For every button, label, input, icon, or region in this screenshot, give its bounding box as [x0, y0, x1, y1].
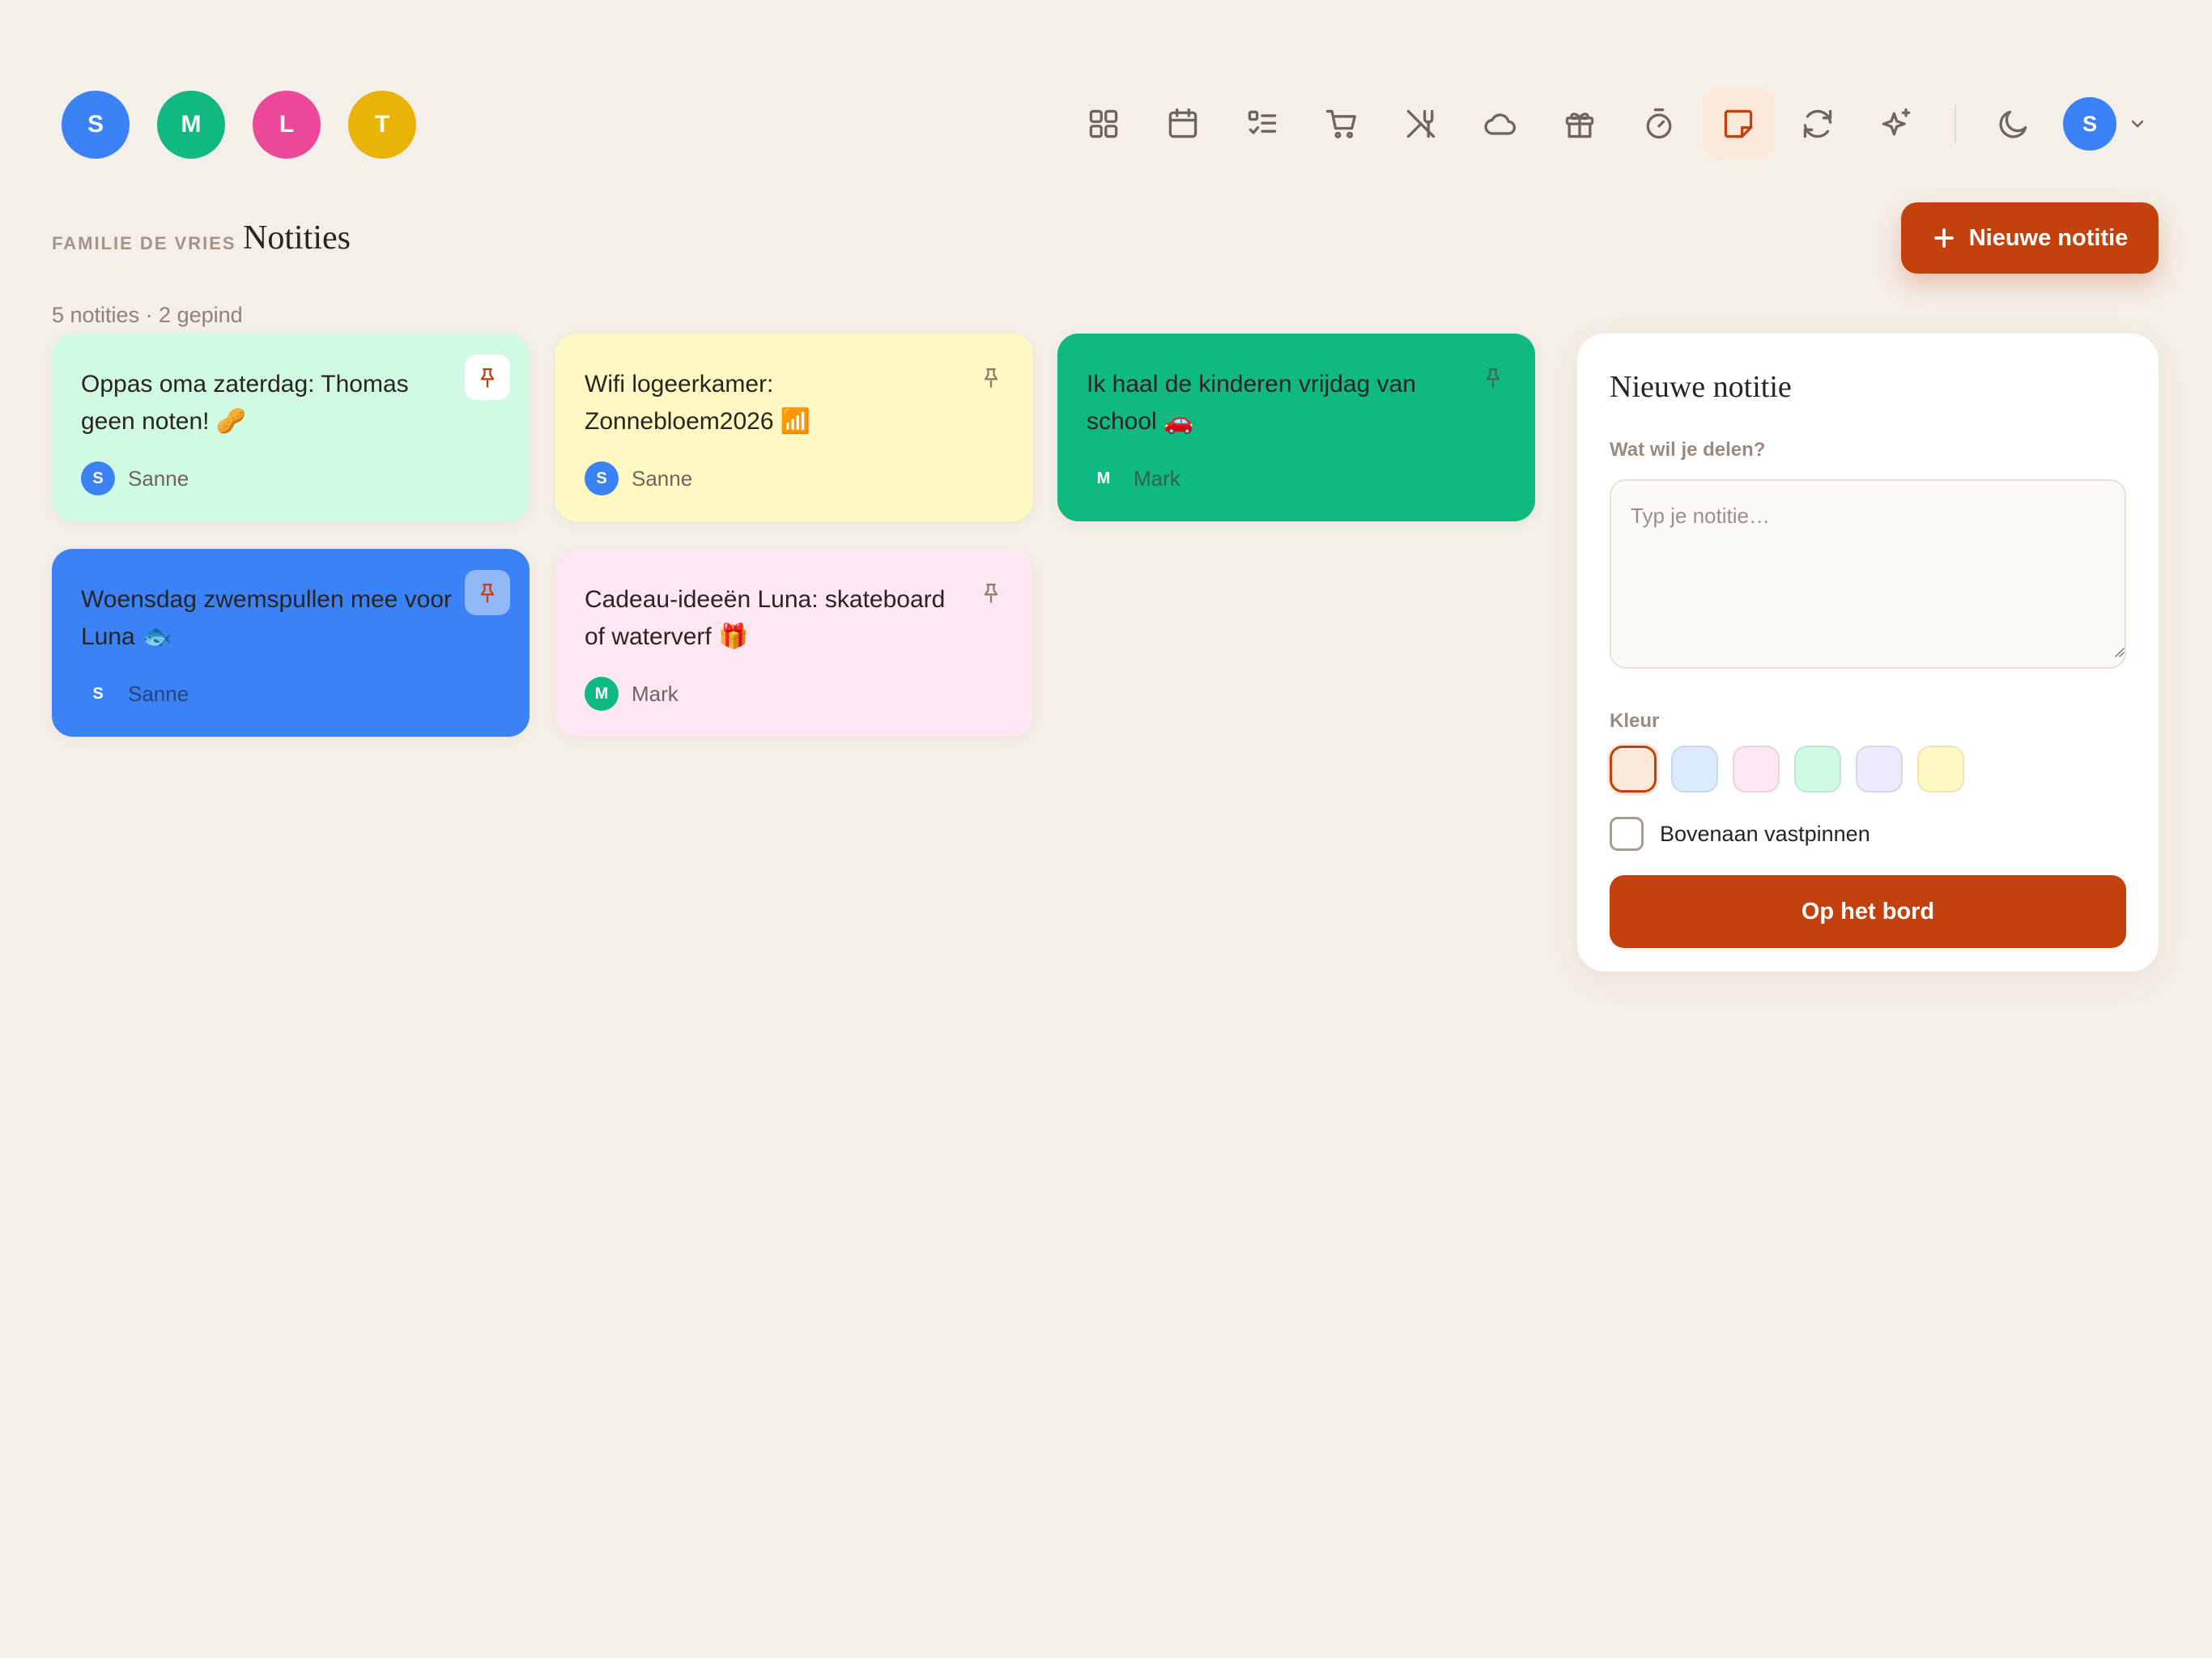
resize-handle-icon[interactable]: [2113, 646, 2125, 657]
author-avatar: M: [1087, 461, 1121, 495]
plus-icon: [1933, 228, 1954, 248]
page-title: Notities: [243, 219, 351, 257]
pin-icon: [984, 583, 998, 603]
pin-button[interactable]: [968, 570, 1014, 615]
submit-label: Op het bord: [1801, 898, 1935, 925]
nav-shopping[interactable]: [1305, 87, 1378, 160]
new-note-label: Nieuwe notitie: [1968, 224, 2129, 251]
note-input[interactable]: [1610, 479, 2126, 669]
color-swatch-pink[interactable]: [1733, 746, 1780, 793]
pin-button[interactable]: [465, 570, 510, 615]
nav-gifts[interactable]: [1543, 87, 1616, 160]
nav-timer[interactable]: [1623, 87, 1695, 160]
family-name: FAMILIE DE VRIES: [52, 233, 236, 253]
color-swatch-peach[interactable]: [1610, 746, 1657, 793]
note-card[interactable]: Woensdag zwemspullen mee voor Luna 🐟 S S…: [52, 549, 530, 737]
note-author: M Mark: [585, 677, 678, 711]
top-bar: S M L T S: [0, 0, 2212, 194]
pin-button[interactable]: [968, 355, 1014, 400]
gift-icon: [1565, 113, 1594, 138]
note-card[interactable]: Ik haal de kinderen vrijdag van school 🚗…: [1057, 334, 1535, 521]
author-name: Mark: [1134, 466, 1180, 491]
pin-button[interactable]: [1470, 355, 1516, 400]
main-nav: [1067, 87, 2057, 160]
nav-calendar[interactable]: [1146, 87, 1219, 160]
note-input-label: Wat wil je delen?: [1610, 439, 1766, 461]
user-menu[interactable]: S: [2063, 97, 2147, 151]
color-swatch-green[interactable]: [1794, 746, 1841, 793]
note-text: Woensdag zwemspullen mee voor Luna 🐟: [81, 586, 453, 650]
timer-icon: [1646, 108, 1672, 139]
note-author: S Sanne: [81, 677, 189, 711]
cloud-icon: [1484, 113, 1516, 135]
pin-icon: [480, 368, 495, 388]
member-avatar[interactable]: M: [157, 91, 225, 159]
note-text: Oppas oma zaterdag: Thomas geen noten! 🥜: [81, 371, 409, 435]
note-card[interactable]: Cadeau-ideeën Luna: skateboard of waterv…: [555, 549, 1033, 737]
family-members: S M L T: [62, 91, 416, 159]
author-name: Mark: [632, 681, 678, 706]
chevron-down-icon: [2131, 120, 2144, 128]
author-name: Sanne: [128, 466, 189, 491]
nav-divider: [1955, 104, 1956, 143]
note-author: S Sanne: [81, 461, 189, 495]
nav-dashboard[interactable]: [1067, 87, 1140, 160]
notes-summary: 5 notities · 2 gepind: [52, 303, 243, 327]
moon-icon: [1999, 110, 2027, 138]
color-picker: [1610, 746, 2126, 793]
nav-tasks[interactable]: [1226, 87, 1299, 160]
pin-icon: [984, 368, 998, 388]
nav-ai[interactable]: [1861, 87, 1933, 160]
nav-routines[interactable]: [1781, 87, 1854, 160]
author-name: Sanne: [128, 681, 189, 706]
nav-weather[interactable]: [1464, 87, 1537, 160]
cart-icon: [1325, 109, 1356, 138]
author-name: Sanne: [632, 466, 693, 491]
color-swatch-purple[interactable]: [1856, 746, 1903, 793]
composer-title: Nieuwe notitie: [1610, 370, 1792, 404]
sparkles-icon: [1882, 108, 1911, 136]
calendar-icon: [1168, 108, 1197, 138]
author-avatar: S: [81, 677, 115, 711]
author-avatar: S: [81, 461, 115, 495]
note-card[interactable]: Oppas oma zaterdag: Thomas geen noten! 🥜…: [52, 334, 530, 521]
new-note-button[interactable]: Nieuwe notitie: [1901, 202, 2159, 274]
note-author: M Mark: [1087, 461, 1180, 495]
note-icon: [1724, 109, 1753, 138]
color-swatch-blue[interactable]: [1671, 746, 1718, 793]
new-note-panel: Nieuwe notitie Wat wil je delen? Kleur B…: [1577, 334, 2159, 971]
pin-checkbox[interactable]: [1610, 817, 1644, 851]
pin-button[interactable]: [465, 355, 510, 400]
refresh-icon: [1803, 109, 1832, 138]
note-text: Ik haal de kinderen vrijdag van school 🚗: [1087, 371, 1416, 435]
author-avatar: S: [585, 461, 619, 495]
note-card[interactable]: Wifi logeerkamer: Zonnebloem2026 📶 S San…: [555, 334, 1033, 521]
dark-mode-toggle[interactable]: [1977, 87, 2050, 160]
nav-notes[interactable]: [1702, 87, 1775, 160]
submit-note-button[interactable]: Op het bord: [1610, 875, 2126, 948]
note-text: Wifi logeerkamer: Zonnebloem2026 📶: [585, 371, 811, 435]
pin-checkbox-label: Bovenaan vastpinnen: [1660, 821, 1870, 846]
utensils-icon: [1406, 109, 1436, 138]
member-avatar[interactable]: T: [348, 91, 416, 159]
grid-icon: [1089, 109, 1118, 138]
nav-meals[interactable]: [1385, 87, 1457, 160]
note-author: S Sanne: [585, 461, 692, 495]
pin-option[interactable]: Bovenaan vastpinnen: [1610, 817, 2126, 851]
pin-icon: [1486, 368, 1500, 388]
checklist-icon: [1248, 110, 1277, 134]
author-avatar: M: [585, 677, 619, 711]
color-swatch-yellow[interactable]: [1917, 746, 1964, 793]
member-avatar[interactable]: S: [62, 91, 130, 159]
pin-icon: [480, 583, 495, 603]
color-label: Kleur: [1610, 710, 1660, 732]
note-text: Cadeau-ideeën Luna: skateboard of waterv…: [585, 586, 946, 650]
user-avatar[interactable]: S: [2063, 97, 2116, 151]
member-avatar[interactable]: L: [253, 91, 321, 159]
